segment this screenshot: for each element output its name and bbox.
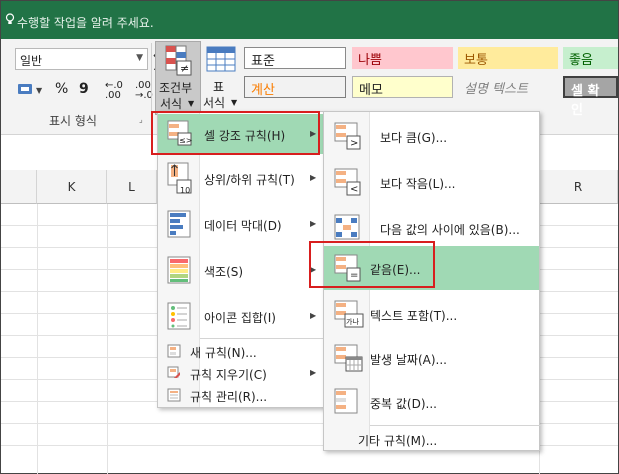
percent-button[interactable]: % <box>55 81 68 97</box>
chevron-down-icon: ▼ <box>136 53 143 63</box>
style-calculation[interactable]: 계산 <box>244 76 346 98</box>
submenu-item-label: 보다 작음(L)... <box>380 177 456 191</box>
table-icon <box>206 46 236 75</box>
style-label: 좋음 <box>569 53 593 68</box>
text-contains-icon: 가나 <box>334 300 364 331</box>
style-neutral[interactable]: 보통 <box>458 47 558 69</box>
style-good[interactable]: 좋음 <box>563 47 618 69</box>
chevron-right-icon: ▶ <box>310 311 317 320</box>
table-label-2: 서식 <box>203 96 226 110</box>
menu-item-color-scales[interactable]: 색조(S) ▶ <box>158 248 324 292</box>
style-explanatory[interactable]: 설명 텍스트 <box>458 76 558 98</box>
dialog-launcher-icon[interactable]: ⌟ <box>139 115 143 124</box>
conditional-formatting-icon: ≠ <box>165 45 193 80</box>
menu-divider <box>200 338 326 339</box>
menu-item-manage-rules[interactable]: 규칙 관리(R)... <box>158 384 324 406</box>
cf-label-1: 조건부 <box>159 81 193 95</box>
style-label: 셀 확인 <box>571 84 600 118</box>
cf-label-2: 서식 <box>160 97 183 111</box>
submenu-item-text-contains[interactable]: 가나 텍스트 포함(T)... <box>324 292 539 336</box>
menu-item-label: 규칙 지우기(C) <box>190 368 267 382</box>
chevron-right-icon: ▶ <box>310 173 317 182</box>
manage-rules-icon <box>167 388 181 405</box>
title-bar: 수행할 작업을 알려 주세요. <box>1 1 618 39</box>
tell-me-search[interactable]: 수행할 작업을 알려 주세요. <box>17 14 154 31</box>
style-check-cell[interactable]: 셀 확인 <box>563 76 618 118</box>
svg-text:▼: ▼ <box>36 86 43 95</box>
duplicate-values-icon <box>334 388 362 419</box>
data-bars-icon <box>167 210 193 241</box>
grid-line <box>37 204 38 474</box>
chevron-right-icon: ▶ <box>310 219 317 228</box>
menu-item-new-rule[interactable]: 새 규칙(N)... <box>158 340 324 362</box>
svg-text:가나: 가나 <box>346 317 359 326</box>
menu-item-label: 데이터 막대(D) <box>204 219 282 233</box>
style-label: 메모 <box>359 83 383 98</box>
number-format-value: 일반 <box>20 54 43 68</box>
submenu-item-label: 중복 값(D)... <box>370 397 437 411</box>
column-header-r[interactable]: R <box>539 170 618 204</box>
svg-text:>: > <box>350 138 358 149</box>
submenu-item-greater-than[interactable]: > 보다 큼(G)... <box>324 114 539 158</box>
submenu-item-more-rules[interactable]: 기타 규칙(M)... <box>324 426 539 450</box>
icon-sets-icon <box>167 302 193 333</box>
submenu-item-date-occurring[interactable]: 발생 날짜(A)... <box>324 336 539 380</box>
submenu-item-less-than[interactable]: < 보다 작음(L)... <box>324 160 539 204</box>
submenu-item-duplicate-values[interactable]: 중복 값(D)... <box>324 380 539 424</box>
conditional-formatting-menu: ≤> 셀 강조 규칙(H) ▶ 10 상위/하위 규칙(T) ▶ 데이터 막대(… <box>157 111 326 408</box>
menu-item-label: 색조(S) <box>204 265 244 279</box>
annotation-box <box>309 241 435 288</box>
table-label-1: 표 <box>213 80 225 94</box>
column-header-blank <box>1 170 37 204</box>
icon-badge: 10 <box>180 186 191 195</box>
number-group-label: 표시 형식 <box>49 114 97 128</box>
menu-item-label: 상위/하위 규칙(T) <box>204 173 295 187</box>
svg-text:≠: ≠ <box>180 62 189 75</box>
menu-item-label: 새 규칙(N)... <box>190 346 257 360</box>
style-bad[interactable]: 나쁨 <box>352 47 453 69</box>
increase-decimal-icon[interactable]: ←.0.00 <box>105 81 123 101</box>
menu-item-clear-rules[interactable]: 규칙 지우기(C) ▶ <box>158 362 324 384</box>
style-label: 보통 <box>464 53 488 68</box>
svg-text:<: < <box>350 184 358 195</box>
menu-item-label: 아이콘 집합(I) <box>204 311 276 325</box>
submenu-item-label: 기타 규칙(M)... <box>358 434 438 448</box>
conditional-formatting-button[interactable]: ≠ 조건부 서식 ▼ <box>155 41 201 115</box>
style-label: 표준 <box>251 54 275 69</box>
chevron-right-icon: ▶ <box>310 368 317 377</box>
menu-item-label: 규칙 관리(R)... <box>190 390 268 404</box>
style-label: 설명 텍스트 <box>464 82 528 97</box>
column-header-k[interactable]: K <box>37 170 107 204</box>
submenu-item-label: 다음 값의 사이에 있음(B)... <box>380 223 520 237</box>
chevron-down-icon: ▼ <box>188 99 195 108</box>
submenu-item-label: 보다 큼(G)... <box>380 131 448 145</box>
annotation-box <box>151 111 320 155</box>
column-header-l[interactable]: L <box>107 170 157 204</box>
less-than-icon: < <box>334 168 362 199</box>
new-rule-icon <box>167 344 181 361</box>
format-as-table-button[interactable]: 표 서식 ▼ <box>203 41 241 115</box>
style-label: 나쁨 <box>358 53 382 68</box>
submenu-item-label: 텍스트 포함(T)... <box>370 309 458 323</box>
style-normal[interactable]: 표준 <box>244 47 346 69</box>
date-occurring-icon <box>334 344 364 375</box>
menu-item-icon-sets[interactable]: 아이콘 집합(I) ▶ <box>158 294 324 338</box>
number-format-row: ▼ % 9 ←.0.00 .00 →.0 <box>15 81 155 101</box>
style-label: 계산 <box>251 83 275 98</box>
greater-than-icon: > <box>334 122 362 153</box>
style-note[interactable]: 메모 <box>352 76 453 98</box>
chevron-down-icon: ▼ <box>231 98 238 107</box>
lightbulb-icon <box>5 13 15 28</box>
color-scales-icon <box>167 256 193 287</box>
accounting-format-icon[interactable]: ▼ <box>17 82 43 101</box>
clear-rules-icon <box>167 366 181 383</box>
menu-item-data-bars[interactable]: 데이터 막대(D) ▶ <box>158 202 324 246</box>
comma-button[interactable]: 9 <box>79 81 89 97</box>
grid-line <box>107 204 108 474</box>
menu-item-top-bottom[interactable]: 10 상위/하위 규칙(T) ▶ <box>158 156 324 200</box>
submenu-item-label: 발생 날짜(A)... <box>370 353 447 367</box>
number-format-dropdown[interactable]: 일반 ▼ <box>15 48 148 70</box>
